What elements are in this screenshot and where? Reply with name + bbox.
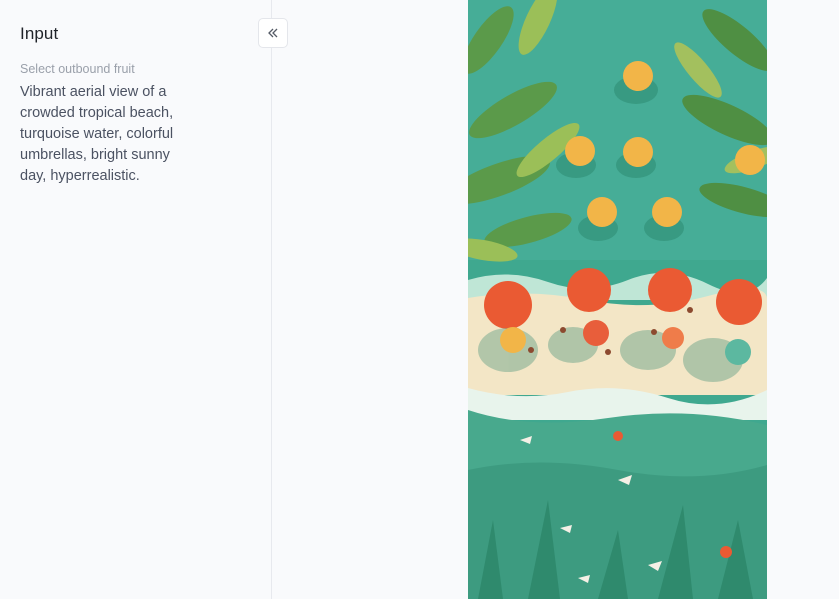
beach-illustration — [468, 0, 767, 599]
field-label: Select outbound fruit — [20, 62, 135, 76]
panel-title: Input — [20, 24, 59, 43]
prompt-text: Vibrant aerial view of a crowded tropica… — [20, 84, 174, 184]
generated-image[interactable] — [468, 0, 767, 599]
input-sidebar: Input Select outbound fruit Vibrant aeri… — [0, 0, 272, 599]
